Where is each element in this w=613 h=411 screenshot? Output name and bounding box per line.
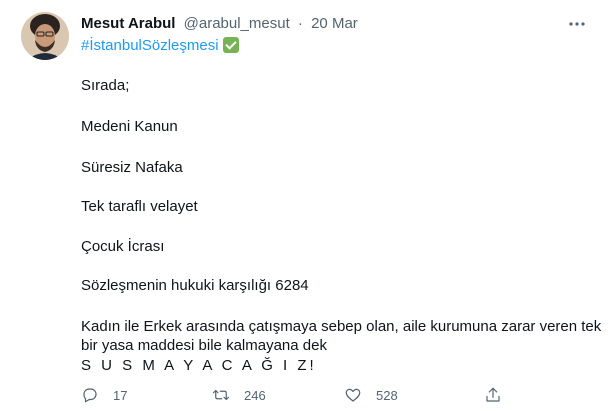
tweet-text-line: Medeni Kanun — [81, 118, 178, 135]
author-handle[interactable]: @arabul_mesut — [184, 15, 290, 32]
tweet-text-line: Çocuk İcrası — [81, 238, 165, 255]
reply-icon — [83, 388, 97, 403]
hashtag-line: #İstanbulSözleşmesi — [81, 36, 239, 56]
tweet-text-line: Kadın ile Erkek arasında çatışmaya sebep… — [81, 318, 602, 335]
retweet-icon — [212, 389, 230, 401]
more-options-button[interactable] — [567, 14, 587, 34]
tweet-text-line: S U S M A Y A C A Ğ I Z! — [81, 357, 317, 374]
check-mark-emoji-icon — [222, 37, 239, 53]
retweet-count: 246 — [244, 387, 266, 403]
avatar[interactable] — [21, 12, 69, 60]
tweet-actions: 17 246 528 — [81, 386, 521, 408]
tweet-text-line: bir yasa maddesi bile kalmayana dek — [81, 337, 327, 354]
share-button[interactable] — [484, 386, 502, 404]
share-icon — [486, 387, 500, 402]
tweet-text-line: Sırada; — [81, 77, 130, 94]
heart-icon — [345, 388, 361, 402]
retweet-button[interactable]: 246 — [212, 386, 266, 404]
tweet-header: Mesut Arabul @arabul_mesut · 20 Mar — [81, 14, 358, 34]
tweet-text-line: Tek taraflı velayet — [81, 198, 198, 215]
reply-count: 17 — [113, 387, 128, 403]
meta-separator: · — [297, 15, 303, 32]
tweet-date[interactable]: 20 Mar — [311, 15, 358, 32]
tweet-card[interactable]: Mesut Arabul @arabul_mesut · 20 Mar #İst… — [0, 0, 613, 411]
avatar-image — [21, 12, 69, 60]
author-name[interactable]: Mesut Arabul — [81, 15, 175, 32]
tweet-text-line: Sözleşmenin hukuki karşılığı 6284 — [81, 277, 309, 294]
more-horizontal-icon — [569, 22, 585, 26]
tweet-text-line: Süresiz Nafaka — [81, 159, 183, 176]
like-button[interactable]: 528 — [344, 386, 398, 404]
like-count: 528 — [376, 387, 398, 403]
reply-button[interactable]: 17 — [81, 386, 127, 404]
hashtag-link[interactable]: #İstanbulSözleşmesi — [81, 37, 219, 54]
